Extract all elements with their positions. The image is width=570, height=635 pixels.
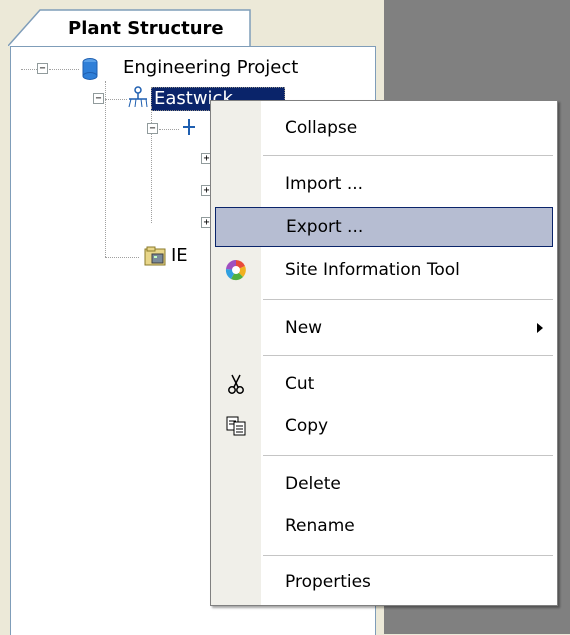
tab-plant-structure[interactable]: Plant Structure: [8, 8, 252, 46]
menu-separator: [263, 155, 553, 156]
menu-item-label: Import ...: [285, 174, 364, 194]
menu-item-delete[interactable]: Delete: [211, 465, 557, 505]
menu-item-new[interactable]: New: [211, 309, 557, 349]
menu-item-label: Copy: [285, 416, 329, 436]
menu-separator: [263, 355, 553, 356]
menu-item-label: Cut: [285, 374, 315, 394]
menu-item-export[interactable]: Export ...: [215, 207, 553, 247]
menu-item-label: Rename: [285, 516, 355, 536]
expander-collapse-eastwick[interactable]: −: [93, 93, 104, 104]
menu-item-properties[interactable]: Properties: [211, 563, 557, 603]
menu-item-import[interactable]: Import ...: [211, 165, 557, 205]
tree-node-engineering-project[interactable]: Engineering Project: [123, 57, 298, 78]
menu-item-collapse[interactable]: Collapse: [211, 109, 557, 149]
menu-separator: [263, 455, 553, 456]
tree-line: [105, 81, 106, 257]
expander-collapse-root[interactable]: −: [37, 63, 48, 74]
menu-separator: [263, 555, 553, 556]
tree-line: [105, 99, 127, 100]
menu-item-site-information-tool[interactable]: Site Information Tool: [211, 251, 557, 291]
color-wheel-icon: [225, 259, 246, 281]
database-icon: [82, 58, 98, 80]
menu-item-label: New: [285, 318, 323, 338]
submenu-arrow-icon: [537, 323, 543, 333]
menu-item-label: Export ...: [286, 217, 364, 237]
menu-item-label: Collapse: [285, 118, 358, 138]
menu-item-label: Properties: [285, 572, 371, 592]
tree-line: [21, 69, 37, 70]
menu-separator: [263, 299, 553, 300]
plant-icon: [128, 86, 148, 108]
pipe-icon: [183, 119, 195, 135]
folder-device-icon: [144, 246, 166, 266]
context-menu: Collapse Import ... Export ... Site Info…: [210, 100, 558, 606]
tab-label: Plant Structure: [68, 18, 224, 39]
tree-line: [105, 257, 139, 258]
expander-collapse-child[interactable]: −: [147, 123, 158, 134]
menu-item-label: Site Information Tool: [285, 260, 460, 280]
menu-item-cut[interactable]: Cut: [211, 365, 557, 405]
menu-item-rename[interactable]: Rename: [211, 507, 557, 547]
scissors-icon: [228, 374, 244, 394]
menu-item-copy[interactable]: Copy: [211, 407, 557, 447]
copy-icon: [226, 416, 246, 436]
tree-line: [49, 69, 79, 70]
tree-node-ie[interactable]: IE: [171, 245, 188, 266]
menu-item-label: Delete: [285, 474, 341, 494]
tree-line: [159, 129, 179, 130]
